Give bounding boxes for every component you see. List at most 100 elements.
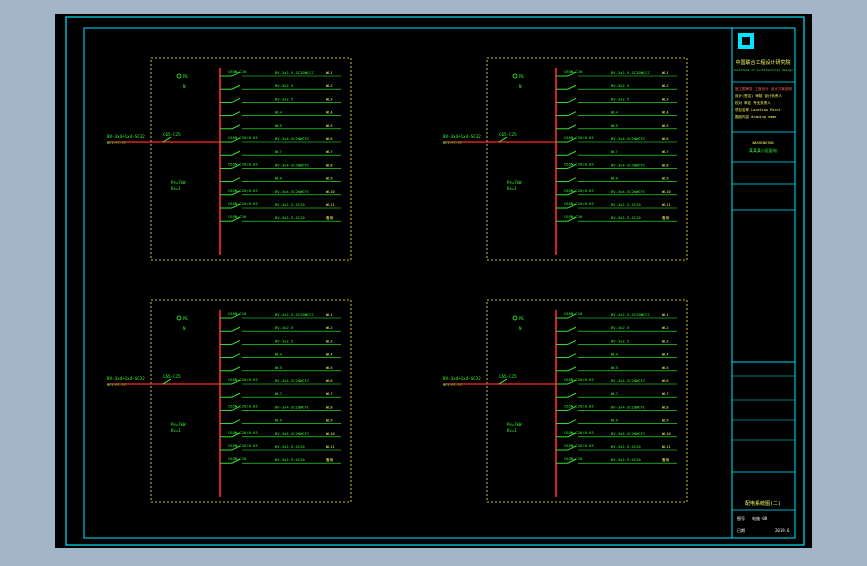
circuit-id-label: 备用 [326,215,334,220]
cable-label: BV-3x4-SC20WCFC [611,189,645,194]
circuit-id-label: 备用 [326,457,334,462]
cable-label: BV-3x2.5-SC20 [611,444,641,449]
cable-label: BV-3x2.5 [611,83,629,88]
cable-label: BV-3x4-SC20WCFC [611,404,645,409]
load-label: Pe=7kW [507,422,522,427]
main-breaker-label: C65-C25 [499,132,517,137]
cable-label: BV-3x4-SC20WCFC [275,378,309,383]
company-logo-mark [742,37,750,45]
cable-label: BV-3x2.5-SC20 [275,202,305,207]
cable-label: BV-3x2.5-SC20 [611,457,641,462]
cable-label: WL7 [275,149,282,154]
circuit-id-label: WL6 [326,379,333,383]
circuit-id-label: WL5 [326,124,333,128]
drawing-title: 配电系统图(二) [745,500,781,507]
org-subtitle: institute of architectural design [733,68,793,72]
load-label: Pe=7kW [507,180,522,185]
cable-label: BV-3x4-SC20WCFC [275,136,309,141]
cable-label: BV-3x4-SC20WCFC [275,431,309,436]
cable-label: BV-3x2.5 [275,325,293,330]
cable-label: BV-3x2.5-SC20 [275,444,305,449]
title-note-3: 校对 审定 专业负责人 [735,100,771,105]
circuit-id-label: WL1 [326,313,333,317]
title-note-4: 项目名称 Location Point [735,107,781,112]
breaker-label: C65N-C20/0.03 [564,430,594,435]
incoming-cable-label: BV-3x4+1x4-SC32 [443,134,481,139]
circuit-id-label: WL10 [662,190,671,194]
circuit-id-label: WL11 [326,203,335,207]
demand-factor-label: Kx=1 [507,186,517,191]
circuit-id-label: WL6 [326,137,333,141]
breaker-label: C65N-C16 [228,214,247,219]
main-breaker-label: C65-C25 [499,374,517,379]
incoming-cable-label: BV-3x4+1x4-SC32 [107,134,145,139]
demand-factor-label: Kx=1 [171,186,181,191]
circuit-id-label: WL1 [662,71,669,75]
circuit-id-label: WL6 [662,379,669,383]
incoming-note: WC1-FC-CC [443,383,462,387]
cable-label: WL4 [275,110,283,115]
circuit-id-label: WL8 [662,163,669,167]
circuit-id-label: WL3 [662,339,669,343]
breaker-label: C65N-C20/0.03 [564,135,594,140]
cable-label: BV-3x2.5-SC20 [611,202,641,207]
breaker-label: C65N-C16 [564,311,583,316]
cable-label: WL4 [275,352,283,357]
cable-label: BV-3x2.5 [611,325,629,330]
circuit-id-label: WL8 [326,405,333,409]
circuit-id-label: WL7 [326,392,333,396]
circuit-id-label: WL4 [662,353,669,357]
circuit-id-label: WL3 [662,97,669,101]
circuit-id-label: WL9 [662,177,669,181]
circuit-id-label: WL10 [326,190,335,194]
breaker-label: C65N-C20/0.03 [228,430,258,435]
breaker-label: C65N-C20/0.03 [564,377,594,382]
breaker-label: C65N-C20/0.03 [228,188,258,193]
incoming-cable-label: BV-3x4+1x4-SC32 [107,376,145,381]
number-value: 电施-08 [752,515,768,521]
cable-label: BV-3x2.5 [275,338,293,343]
circuit-id-label: WL2 [326,326,333,330]
circuit-id-label: WL2 [326,84,333,88]
cable-label: BV-3x4-SC20WCFC [275,189,309,194]
cable-label: BV-3x4-SC20WCFC [611,162,645,167]
project-label: WASHINGTON [752,141,773,145]
cable-label: BV-3x4-SC20WCFC [275,162,309,167]
cad-viewport[interactable]: 中国联合工程设计研究院 institute of architectural d… [0,0,867,562]
cable-label: WL7 [275,391,282,396]
breaker-label: C65N-C20/0.03 [564,161,594,166]
cable-label: BV-3x2.5-SC20WCCC [611,312,650,317]
number-label: 图号 [737,515,745,521]
circuit-id-label: WL3 [326,339,333,343]
pe-label: PE [519,316,524,321]
breaker-label: C65N-C16/0.03 [564,443,594,448]
cable-label: BV-3x2.5-SC20 [275,215,305,220]
circuit-id-label: WL2 [662,84,669,88]
circuit-id-label: WL9 [662,419,669,423]
pe-label: PE [183,316,188,321]
breaker-label: C65N-C20/0.03 [564,403,594,408]
demand-factor-label: Kx=1 [507,428,517,433]
circuit-id-label: WL2 [662,326,669,330]
circuit-id-label: 备用 [662,215,670,220]
cable-label: BV-3x4-SC20WCFC [611,378,645,383]
cable-label: WL4 [611,110,619,115]
circuit-id-label: WL8 [326,163,333,167]
breaker-label: C65N-C20/0.03 [228,135,258,140]
title-note-1: 施工图审查 工程设计 设计方案说明 [735,86,792,91]
cable-label: BV-3x2.5-SC20 [611,215,641,220]
cable-label: BV-3x2.5 [611,338,629,343]
circuit-id-label: WL11 [326,445,335,449]
cable-label: BV-3x4-SC20WCFC [611,431,645,436]
title-note-5: 图纸内容 drawing name [735,114,776,119]
breaker-label: C65N-C16/0.03 [564,201,594,206]
cable-label: BV-3x2.5 [611,96,629,101]
circuit-id-label: 备用 [662,457,670,462]
cable-label: WL9 [611,176,619,181]
cable-label: WL9 [275,418,283,423]
incoming-note: WC1-FC-CC [107,141,126,145]
load-label: Pe=7kW [171,422,186,427]
electrical-distribution-drawing: 中国联合工程设计研究院 institute of architectural d… [55,14,812,548]
breaker-label: C65N-C20/0.03 [228,161,258,166]
incoming-note: WC1-FC-CC [443,141,462,145]
